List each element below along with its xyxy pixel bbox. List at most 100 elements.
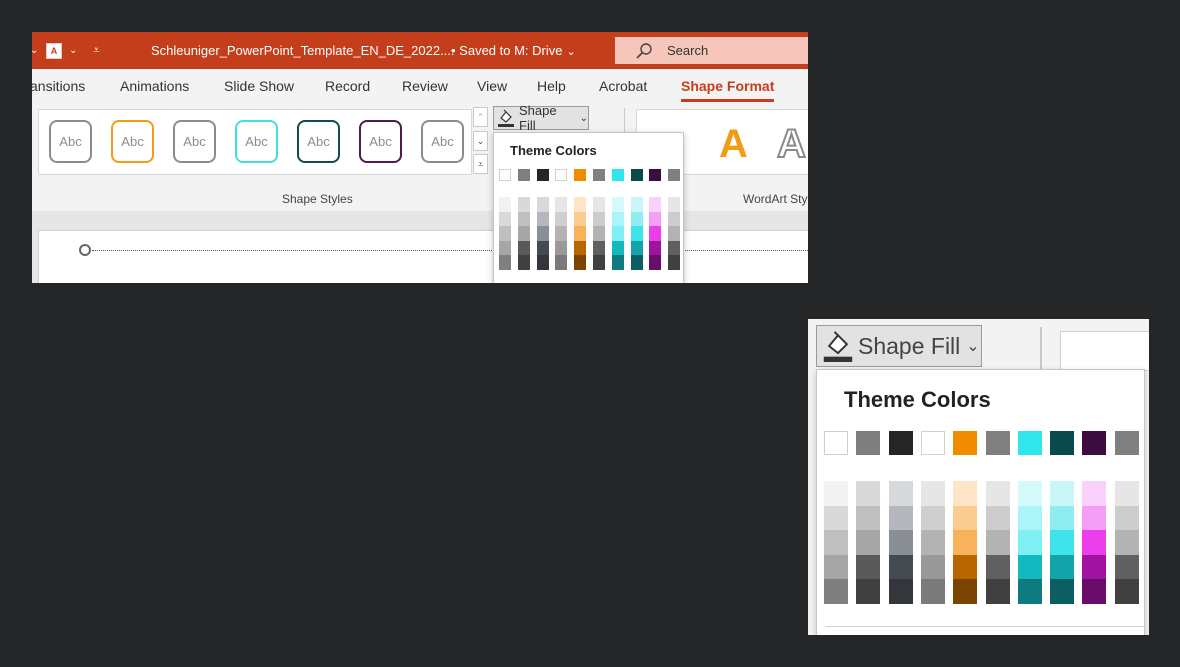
theme-color-swatch[interactable]: [649, 169, 662, 181]
shade-color-swatch[interactable]: [1114, 481, 1139, 506]
shade-color-swatch[interactable]: [1050, 554, 1075, 579]
shade-color-swatch[interactable]: [953, 554, 978, 579]
tab-animations[interactable]: Animations: [120, 78, 189, 94]
quick-access-document-icon[interactable]: A: [46, 43, 62, 59]
shade-color-swatch[interactable]: [536, 211, 549, 226]
shade-color-swatch[interactable]: [668, 197, 681, 212]
shade-color-swatch[interactable]: [985, 554, 1010, 579]
shade-color-swatch[interactable]: [555, 240, 568, 255]
shade-color-swatch[interactable]: [1082, 554, 1107, 579]
shade-color-swatch[interactable]: [517, 197, 530, 212]
shade-color-swatch[interactable]: [953, 505, 978, 530]
shape-style-preset[interactable]: Abc: [297, 120, 340, 163]
shade-color-swatch[interactable]: [1082, 481, 1107, 506]
theme-color-swatch[interactable]: [1114, 431, 1139, 455]
shade-color-swatch[interactable]: [985, 505, 1010, 530]
shade-color-swatch[interactable]: [574, 226, 587, 241]
shape-style-preset[interactable]: Abc: [111, 120, 154, 163]
rotation-handle[interactable]: [79, 244, 91, 256]
shade-color-swatch[interactable]: [856, 554, 881, 579]
shade-color-swatch[interactable]: [1017, 530, 1042, 555]
shape-style-preset[interactable]: Abc: [235, 120, 278, 163]
shade-color-swatch[interactable]: [499, 197, 511, 212]
tab-record[interactable]: Record: [325, 78, 370, 94]
theme-color-swatch[interactable]: [888, 431, 913, 455]
theme-color-swatch[interactable]: [499, 169, 511, 181]
shade-color-swatch[interactable]: [1082, 530, 1107, 555]
shade-color-swatch[interactable]: [574, 255, 587, 270]
shade-color-swatch[interactable]: [536, 255, 549, 270]
shade-color-swatch[interactable]: [953, 530, 978, 555]
shade-color-swatch[interactable]: [1050, 530, 1075, 555]
shade-color-swatch[interactable]: [1017, 505, 1042, 530]
shade-color-swatch[interactable]: [555, 255, 568, 270]
shade-color-swatch[interactable]: [517, 211, 530, 226]
shade-color-swatch[interactable]: [499, 255, 511, 270]
shade-color-swatch[interactable]: [668, 226, 681, 241]
theme-color-swatch[interactable]: [630, 169, 643, 181]
shade-color-swatch[interactable]: [888, 530, 913, 555]
shade-color-swatch[interactable]: [555, 197, 568, 212]
shade-color-swatch[interactable]: [1114, 579, 1139, 604]
shade-color-swatch[interactable]: [630, 197, 643, 212]
shade-color-swatch[interactable]: [920, 530, 945, 555]
tab-acrobat[interactable]: Acrobat: [599, 78, 647, 94]
save-status[interactable]: • Saved to M: Drive ⌄: [451, 43, 576, 58]
shade-color-swatch[interactable]: [611, 211, 624, 226]
shade-color-swatch[interactable]: [1017, 554, 1042, 579]
tab-view[interactable]: View: [477, 78, 507, 94]
tab-help[interactable]: Help: [537, 78, 566, 94]
shade-color-swatch[interactable]: [536, 197, 549, 212]
shade-color-swatch[interactable]: [593, 226, 605, 241]
shade-color-swatch[interactable]: [953, 481, 978, 506]
quick-access-chevron-icon[interactable]: ⌄: [69, 32, 77, 69]
theme-color-swatch[interactable]: [1082, 431, 1107, 455]
shade-color-swatch[interactable]: [630, 240, 643, 255]
shade-color-swatch[interactable]: [630, 226, 643, 241]
theme-color-swatch[interactable]: [985, 431, 1010, 455]
search-box[interactable]: Search: [615, 37, 808, 64]
shade-color-swatch[interactable]: [1050, 579, 1075, 604]
shade-color-swatch[interactable]: [888, 505, 913, 530]
shade-color-swatch[interactable]: [888, 579, 913, 604]
shade-color-swatch[interactable]: [517, 226, 530, 241]
shade-color-swatch[interactable]: [649, 255, 662, 270]
shade-color-swatch[interactable]: [856, 481, 881, 506]
shade-color-swatch[interactable]: [824, 579, 848, 604]
theme-color-swatch[interactable]: [824, 431, 848, 455]
shade-color-swatch[interactable]: [555, 211, 568, 226]
shade-color-swatch[interactable]: [1050, 481, 1075, 506]
shade-color-swatch[interactable]: [1114, 505, 1139, 530]
shade-color-swatch[interactable]: [649, 240, 662, 255]
shade-color-swatch[interactable]: [574, 240, 587, 255]
shade-color-swatch[interactable]: [1114, 554, 1139, 579]
shape-style-preset[interactable]: Abc: [421, 120, 464, 163]
shade-color-swatch[interactable]: [555, 226, 568, 241]
shade-color-swatch[interactable]: [611, 240, 624, 255]
shade-color-swatch[interactable]: [630, 211, 643, 226]
shade-color-swatch[interactable]: [920, 481, 945, 506]
shade-color-swatch[interactable]: [824, 554, 848, 579]
shade-color-swatch[interactable]: [499, 226, 511, 241]
gallery-scroll-up-icon[interactable]: ⌃: [473, 107, 488, 127]
shade-color-swatch[interactable]: [920, 579, 945, 604]
theme-color-swatch[interactable]: [611, 169, 624, 181]
gallery-more-icon[interactable]: ⩡: [473, 154, 488, 174]
shade-color-swatch[interactable]: [1050, 505, 1075, 530]
shade-color-swatch[interactable]: [888, 481, 913, 506]
shade-color-swatch[interactable]: [649, 197, 662, 212]
shade-color-swatch[interactable]: [1017, 579, 1042, 604]
gallery-scroll-down-icon[interactable]: ⌄: [473, 131, 488, 151]
tab-transitions[interactable]: ansitions: [32, 78, 85, 94]
shade-color-swatch[interactable]: [824, 530, 848, 555]
theme-color-swatch[interactable]: [555, 169, 568, 181]
shade-color-swatch[interactable]: [668, 211, 681, 226]
shade-color-swatch[interactable]: [499, 211, 511, 226]
theme-color-swatch[interactable]: [1017, 431, 1042, 455]
shade-color-swatch[interactable]: [574, 211, 587, 226]
tab-slide-show[interactable]: Slide Show: [224, 78, 294, 94]
shade-color-swatch[interactable]: [593, 197, 605, 212]
customize-toolbar-icon[interactable]: ⩡: [93, 32, 100, 69]
theme-color-swatch[interactable]: [536, 169, 549, 181]
shade-color-swatch[interactable]: [593, 211, 605, 226]
